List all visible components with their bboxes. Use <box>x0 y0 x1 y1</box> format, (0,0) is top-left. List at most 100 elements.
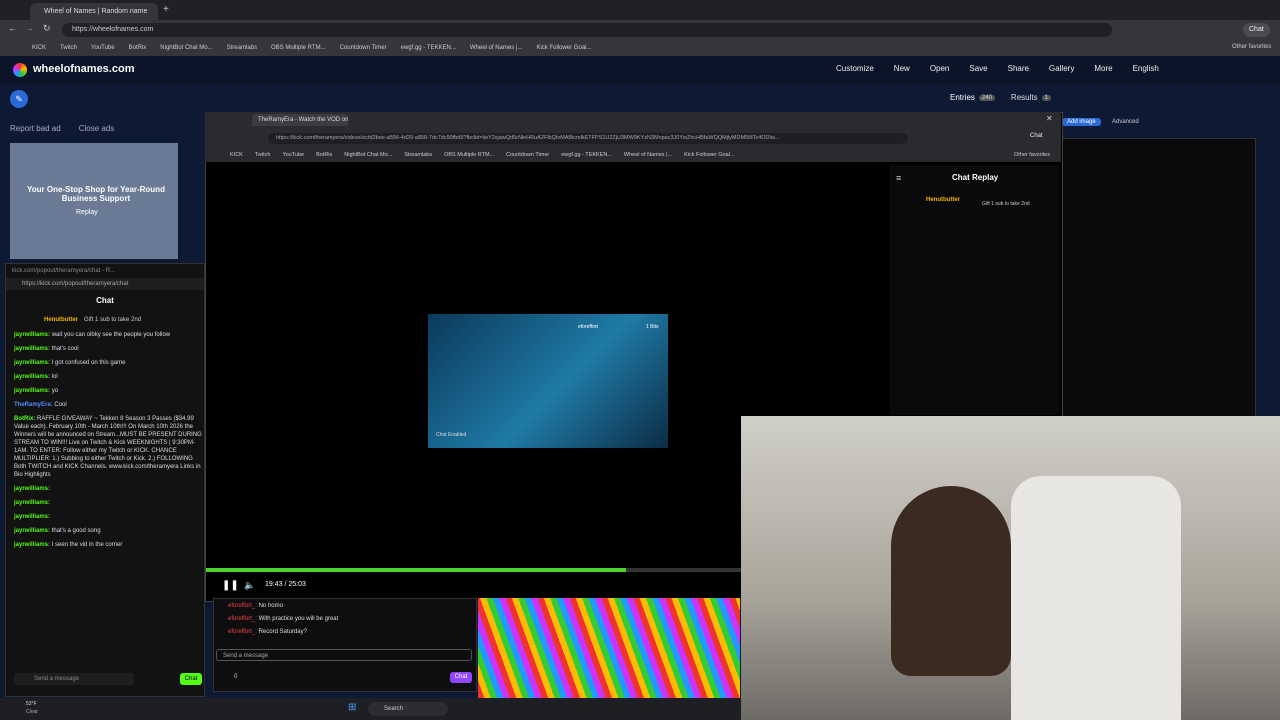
entries-count-badge: 240 <box>978 94 995 101</box>
bookmark-item[interactable]: Kick Follower Goal... <box>684 152 734 158</box>
ad-links: Report bad ad Close ads <box>10 124 114 133</box>
browser-tab[interactable]: Wheel of Names | Random name <box>30 3 158 20</box>
weather-desc: Clear <box>26 709 38 715</box>
chat-username[interactable]: jayrwilliams: <box>14 500 50 506</box>
new-tab-icon[interactable]: + <box>163 4 169 15</box>
edit-pencil-icon[interactable]: ✎ <box>10 90 28 108</box>
customize-button[interactable]: Customize <box>836 64 874 73</box>
taskbar-search[interactable]: Search <box>368 702 448 716</box>
vod-copilot-button[interactable]: Chat <box>1030 133 1043 139</box>
menu-icon[interactable]: ≡ <box>896 173 901 183</box>
chat-message: jayrwilliams: <box>14 499 204 507</box>
chat-username[interactable]: jayrwilliams: <box>14 346 50 352</box>
bookmark-item[interactable]: OBS Multiple RTM... <box>444 152 494 158</box>
vod-url-field[interactable]: https://kick.com/theramyera/videos/ecfd2… <box>268 133 908 144</box>
popout-message-input[interactable]: Send a message <box>14 673 134 685</box>
close-ads-link[interactable]: Close ads <box>79 124 115 133</box>
ad-banner[interactable]: Your One-Stop Shop for Year-Round Busine… <box>10 143 178 259</box>
other-favorites[interactable]: Other favorites <box>1232 44 1271 50</box>
bookmark-item[interactable]: NightBot Chat Mo... <box>160 45 212 51</box>
bookmark-item[interactable]: ewgf.gg - TEKKEN... <box>401 45 456 51</box>
bookmark-item[interactable]: ewgf.gg - TEKKEN... <box>561 152 612 158</box>
pinned-message: Henutbutter Gift 1 sub to take 2nd <box>6 311 204 331</box>
close-window-icon[interactable]: ✕ <box>1046 114 1053 123</box>
stream-chat-button[interactable]: Chat <box>450 672 472 683</box>
gallery-button[interactable]: Gallery <box>1049 64 1074 73</box>
pause-icon[interactable]: ❚❚ <box>222 580 239 591</box>
bookmark-item[interactable]: Twitch <box>60 45 77 51</box>
chat-username[interactable]: jayrwilliams: <box>14 514 50 520</box>
more-button[interactable]: More <box>1094 64 1112 73</box>
back-arrow-icon[interactable]: ← <box>8 23 17 33</box>
stream-message-input[interactable]: Send a message <box>216 649 472 661</box>
bookmark-item[interactable]: Streamlabs <box>227 45 257 51</box>
bookmark-item[interactable]: BotRix <box>129 45 147 51</box>
chat-username[interactable]: BotRix: <box>14 416 35 422</box>
volume-icon[interactable]: 🔈 <box>244 580 255 591</box>
chat-message: jayrwilliams: yo <box>14 387 204 395</box>
reload-icon[interactable]: ↻ <box>43 23 51 34</box>
forward-arrow-icon[interactable]: → <box>25 23 34 33</box>
report-ad-link[interactable]: Report bad ad <box>10 124 61 133</box>
vod-tab[interactable]: TheRamyEra - Watch the VOD on... <box>252 114 348 126</box>
bookmark-item[interactable]: Countdown Timer <box>340 45 387 51</box>
bookmark-item[interactable]: YouTube <box>91 45 115 51</box>
chat-username[interactable]: jayrwilliams: <box>14 542 50 548</box>
chat-username[interactable]: jayrwilliams: <box>14 388 50 394</box>
new-button[interactable]: New <box>894 64 910 73</box>
browser-titlebar <box>0 0 1280 20</box>
share-button[interactable]: Share <box>1008 64 1029 73</box>
bookmark-item[interactable]: KICK <box>230 152 243 158</box>
bookmark-item[interactable]: Kick Follower Goal... <box>536 45 591 51</box>
copilot-chat-button[interactable]: Chat <box>1243 23 1270 37</box>
tab-entries[interactable]: Entries <box>950 93 975 102</box>
open-button[interactable]: Open <box>930 64 950 73</box>
pinned-user[interactable]: Henutbutter <box>44 317 78 323</box>
add-image-button[interactable]: Add image <box>1062 118 1101 126</box>
chat-username[interactable]: jayrwilliams: <box>14 374 50 380</box>
chat-message: BotRix: RAFFLE GIVEAWAY ~ Tekken 8 Seaso… <box>14 415 204 479</box>
bookmark-item[interactable]: NightBot Chat Mo... <box>344 152 392 158</box>
chat-username[interactable]: jayrwilliams: <box>14 332 50 338</box>
chat-message: jayrwilliams: that's cool <box>14 345 204 353</box>
chat-text: that's cool <box>51 346 79 352</box>
bookmark-item[interactable]: KICK <box>32 45 46 51</box>
bookmark-item[interactable]: Wheel of Names |... <box>470 45 523 51</box>
bookmark-item[interactable]: Countdown Timer <box>506 152 549 158</box>
popout-chat-button[interactable]: Chat <box>180 673 202 685</box>
weather-temp[interactable]: 53°F <box>26 701 37 707</box>
entries-textarea[interactable] <box>1062 138 1256 420</box>
entries-results-tabs: Entries 240 Results 1 <box>950 93 1051 102</box>
bookmark-item[interactable]: Streamlabs <box>404 152 432 158</box>
chat-username[interactable]: TheRamyEra: <box>14 402 53 408</box>
tab-results[interactable]: Results <box>1011 93 1038 102</box>
chat-username[interactable]: eforeffort_: <box>228 616 257 622</box>
vod-other-favorites[interactable]: Other favorites <box>1014 152 1050 158</box>
bookmark-item[interactable]: Twitch <box>255 152 271 158</box>
chat-username[interactable]: jayrwilliams: <box>14 486 50 492</box>
chat-username[interactable]: jayrwilliams: <box>14 528 50 534</box>
bookmark-item[interactable]: OBS Multiple RTM... <box>271 45 326 51</box>
site-logo[interactable]: wheelofnames.com <box>33 63 134 75</box>
chat-username[interactable]: jayrwilliams: <box>14 360 50 366</box>
chat-username[interactable]: eforeffort_: <box>228 629 257 635</box>
advanced-checkbox[interactable]: Advanced <box>1112 119 1139 125</box>
windows-start-icon[interactable]: ⊞ <box>348 702 356 713</box>
ad-replay-button[interactable]: Replay <box>76 209 98 216</box>
url-field[interactable]: https://wheelofnames.com <box>62 23 1112 37</box>
popout-url[interactable]: https://kick.com/popout/theramyera/chat <box>6 278 204 290</box>
bookmark-item[interactable]: YouTube <box>282 152 304 158</box>
chat-text: Record Saturday? <box>258 629 307 635</box>
replay-user[interactable]: Henutbutter <box>926 197 960 203</box>
chat-text: Cool <box>54 402 67 408</box>
save-button[interactable]: Save <box>969 64 987 73</box>
bookmark-item[interactable]: BotRix <box>316 152 332 158</box>
language-button[interactable]: English <box>1133 64 1159 73</box>
chat-username[interactable]: eforeffort_: <box>228 603 257 609</box>
chat-message: jayrwilliams: that's a good song <box>14 527 204 535</box>
name-wheel[interactable] <box>478 598 740 698</box>
bookmark-item[interactable]: Wheel of Names |... <box>624 152 672 158</box>
streamer-figure <box>891 486 1011 676</box>
chat-text: No homo <box>258 603 283 609</box>
video-time: 19:43 / 25:03 <box>265 581 306 588</box>
